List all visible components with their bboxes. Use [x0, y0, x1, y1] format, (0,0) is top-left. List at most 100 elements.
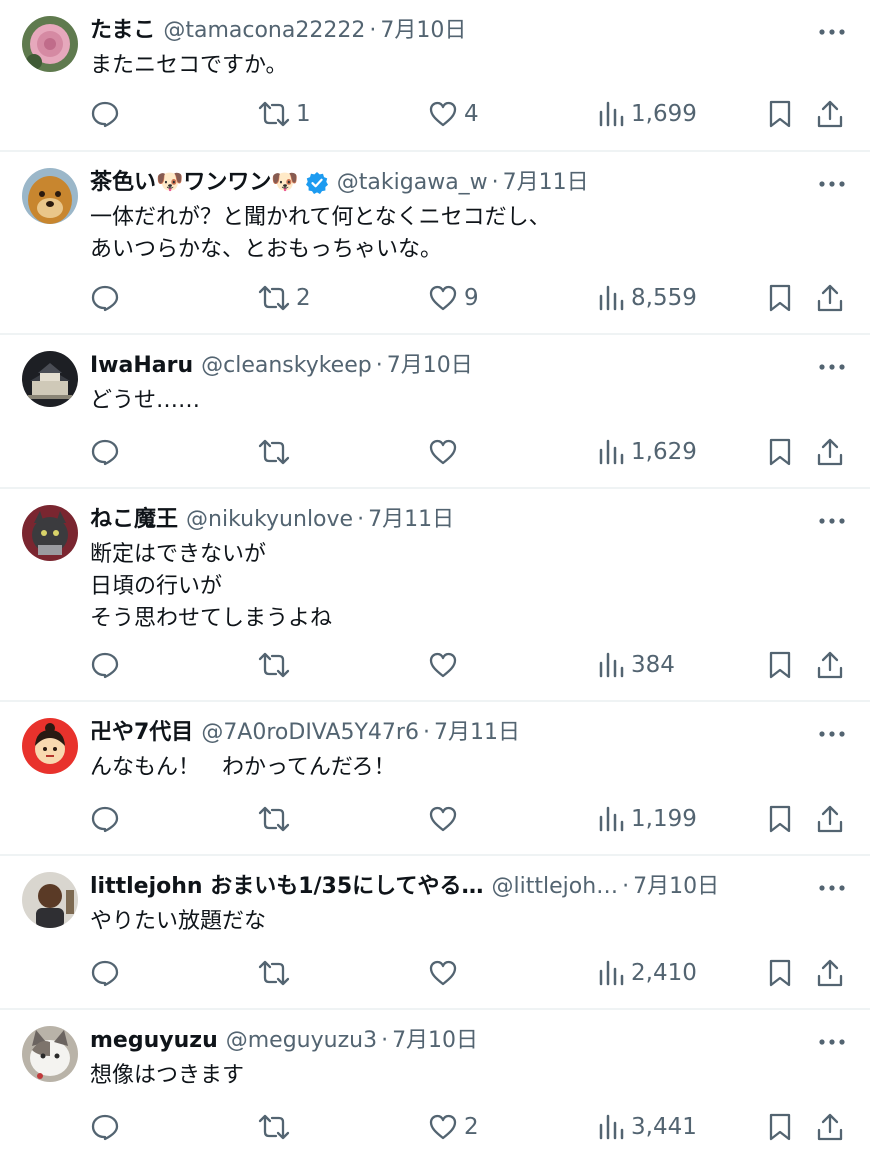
separator-dot: · — [357, 507, 365, 532]
reply-icon — [91, 652, 119, 679]
more-icon[interactable] — [818, 511, 846, 531]
reply-button[interactable] — [90, 1109, 126, 1145]
bookmark-button[interactable] — [766, 647, 794, 683]
retweet-button[interactable] — [258, 955, 296, 991]
reply-button[interactable] — [90, 955, 126, 991]
action-bar: 1 4 1,699 — [0, 96, 870, 132]
tweet-item[interactable]: meguyuzu @meguyuzu3 · 7月10日 想像はつきます 2 3,… — [0, 1010, 870, 1158]
tweet-item[interactable]: littlejohn おまいも1/35にしてやる… @littlejoh… · … — [0, 856, 870, 1010]
user-handle[interactable]: @meguyuzu3 — [226, 1024, 377, 1058]
retweet-button[interactable] — [258, 1109, 296, 1145]
timestamp[interactable]: 7月11日 — [434, 716, 520, 750]
more-icon[interactable] — [818, 357, 846, 377]
like-button[interactable]: 9 — [428, 280, 479, 316]
retweet-button[interactable] — [258, 801, 296, 837]
retweet-button[interactable] — [258, 434, 296, 470]
reply-button[interactable] — [90, 96, 126, 132]
retweet-button[interactable] — [258, 647, 296, 683]
like-button[interactable] — [428, 801, 464, 837]
view-count: 1,699 — [631, 101, 697, 127]
avatar[interactable] — [22, 168, 78, 224]
reply-feed: たまこ @tamacona22222 · 7月10日 またニセコですか。 1 4 — [0, 0, 870, 1158]
action-bar: 2 3,441 — [0, 1109, 870, 1145]
like-button[interactable]: 4 — [428, 96, 479, 132]
views-button[interactable]: 1,199 — [597, 801, 697, 837]
avatar[interactable] — [22, 351, 78, 407]
verified-badge-icon — [305, 171, 329, 195]
timestamp[interactable]: 7月10日 — [633, 870, 719, 904]
view-count: 1,629 — [631, 439, 697, 465]
tweet-item[interactable]: IwaHaru @cleanskykeep · 7月10日 どうせ…… 1,62… — [0, 335, 870, 489]
share-button[interactable] — [816, 647, 844, 683]
timestamp[interactable]: 7月10日 — [392, 1024, 478, 1058]
share-button[interactable] — [816, 280, 844, 316]
like-button[interactable] — [428, 434, 464, 470]
timestamp[interactable]: 7月10日 — [387, 349, 473, 383]
tweet-header: ねこ魔王 @nikukyunlove · 7月11日 — [90, 503, 810, 537]
user-handle[interactable]: @nikukyunlove — [186, 503, 353, 537]
bookmark-button[interactable] — [766, 280, 794, 316]
display-name[interactable]: たまこ — [90, 14, 155, 48]
avatar[interactable] — [22, 718, 78, 774]
avatar[interactable] — [22, 505, 78, 561]
more-icon[interactable] — [818, 174, 846, 194]
timestamp[interactable]: 7月11日 — [503, 166, 589, 200]
bookmark-button[interactable] — [766, 955, 794, 991]
display-name[interactable]: IwaHaru — [90, 349, 193, 383]
reply-button[interactable] — [90, 434, 126, 470]
display-name[interactable]: ねこ魔王 — [90, 503, 178, 537]
share-button[interactable] — [816, 955, 844, 991]
avatar[interactable] — [22, 1026, 78, 1082]
user-handle[interactable]: @7A0roDIVA5Y47r6 — [201, 716, 419, 750]
views-button[interactable]: 1,699 — [597, 96, 697, 132]
user-handle[interactable]: @cleanskykeep — [201, 349, 372, 383]
views-icon — [599, 960, 624, 986]
share-button[interactable] — [816, 434, 844, 470]
views-button[interactable]: 8,559 — [597, 280, 697, 316]
user-handle[interactable]: @littlejoh… — [492, 870, 619, 904]
like-button[interactable] — [428, 647, 464, 683]
bookmark-button[interactable] — [766, 434, 794, 470]
more-icon[interactable] — [818, 878, 846, 898]
retweet-icon — [258, 285, 290, 311]
reply-button[interactable] — [90, 647, 126, 683]
bookmark-button[interactable] — [766, 801, 794, 837]
views-button[interactable]: 2,410 — [597, 955, 697, 991]
retweet-button[interactable]: 2 — [258, 280, 311, 316]
retweet-button[interactable]: 1 — [258, 96, 311, 132]
reply-button[interactable] — [90, 280, 126, 316]
share-button[interactable] — [816, 801, 844, 837]
share-button[interactable] — [816, 1109, 844, 1145]
tweet-item[interactable]: 茶色い🐶ワンワン🐶 @takigawa_w · 7月11日 一体だれが？と聞かれ… — [0, 152, 870, 335]
more-icon[interactable] — [818, 22, 846, 42]
reply-button[interactable] — [90, 801, 126, 837]
reply-icon — [91, 285, 119, 312]
tweet-item[interactable]: 卍や7代目 @7A0roDIVA5Y47r6 · 7月11日 んなもん！ わかっ… — [0, 702, 870, 856]
bookmark-button[interactable] — [766, 1109, 794, 1145]
display-name[interactable]: littlejohn おまいも1/35にしてやる… — [90, 870, 484, 904]
display-name[interactable]: 茶色い🐶ワンワン🐶 — [90, 166, 299, 200]
tweet-text: やりたい放題だな — [90, 909, 267, 934]
share-button[interactable] — [816, 96, 844, 132]
views-button[interactable]: 1,629 — [597, 434, 697, 470]
timestamp[interactable]: 7月11日 — [368, 503, 454, 537]
more-icon[interactable] — [818, 724, 846, 744]
avatar[interactable] — [22, 872, 78, 928]
display-name[interactable]: meguyuzu — [90, 1024, 218, 1058]
bookmark-icon — [769, 438, 791, 466]
display-name[interactable]: 卍や7代目 — [90, 716, 193, 750]
more-icon[interactable] — [818, 1032, 846, 1052]
tweet-header: たまこ @tamacona22222 · 7月10日 — [90, 14, 810, 48]
tweet-item[interactable]: たまこ @tamacona22222 · 7月10日 またニセコですか。 1 4 — [0, 0, 870, 152]
views-button[interactable]: 384 — [597, 647, 675, 683]
bookmark-icon — [769, 100, 791, 128]
bookmark-button[interactable] — [766, 96, 794, 132]
tweet-item[interactable]: ねこ魔王 @nikukyunlove · 7月11日 断定はできないが 日頃の行… — [0, 489, 870, 702]
user-handle[interactable]: @tamacona22222 — [163, 14, 365, 48]
views-button[interactable]: 3,441 — [597, 1109, 697, 1145]
avatar[interactable] — [22, 16, 78, 72]
like-button[interactable]: 2 — [428, 1109, 479, 1145]
timestamp[interactable]: 7月10日 — [380, 14, 466, 48]
user-handle[interactable]: @takigawa_w — [337, 166, 488, 200]
like-button[interactable] — [428, 955, 464, 991]
